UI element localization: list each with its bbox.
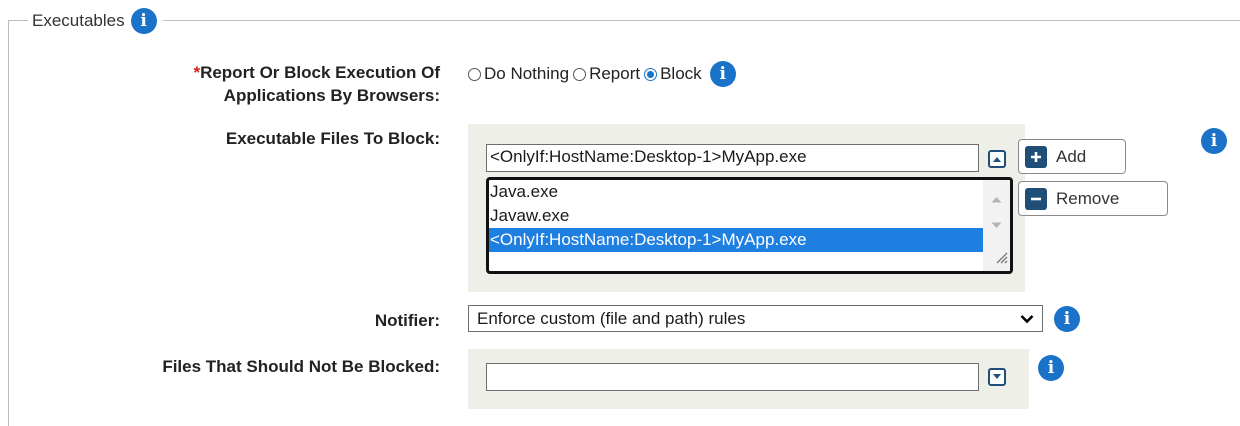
remove-button-label: Remove (1056, 188, 1120, 208)
info-icon[interactable]: i (1038, 355, 1064, 381)
remove-button[interactable]: Remove (1018, 181, 1168, 216)
info-icon[interactable]: i (709, 61, 736, 87)
info-icon[interactable]: i (1201, 128, 1227, 154)
section-legend: Executables i (28, 8, 163, 34)
files-to-block-input[interactable]: <OnlyIf:HostName:Desktop-1>MyApp.exe (486, 144, 979, 172)
not-blocked-input[interactable] (486, 363, 979, 391)
radio-report-label: Report (589, 64, 641, 83)
not-blocked-label: Files That Should Not Be Blocked: (162, 357, 440, 376)
plus-icon (1025, 145, 1047, 168)
notifier-label: Notifier: (374, 311, 440, 330)
fieldset-border-left (8, 20, 9, 426)
chevron-up-icon[interactable] (988, 150, 1006, 168)
scroll-up-arrow-icon[interactable] (991, 190, 1002, 208)
add-button-label: Add (1056, 146, 1087, 166)
list-item-selected[interactable]: <OnlyIf:HostName:Desktop-1>MyApp.exe (489, 228, 983, 252)
report-block-label-line2: Applications By Browsers: (223, 86, 440, 105)
list-item[interactable]: Javaw.exe (489, 204, 1010, 228)
chevron-down-icon[interactable] (988, 368, 1006, 386)
files-to-block-list[interactable]: Java.exe Javaw.exe <OnlyIf:HostName:Desk… (486, 177, 1013, 274)
notifier-select[interactable]: Enforce custom (file and path) rules (468, 305, 1043, 332)
radio-block[interactable]: Block (644, 64, 702, 84)
notifier-selected-value: Enforce custom (file and path) rules (477, 308, 746, 328)
add-button[interactable]: Add (1018, 139, 1126, 174)
chevron-down-icon (1020, 309, 1034, 329)
report-block-label-line1: Report Or Block Execution Of (200, 63, 440, 82)
radio-do-nothing-label: Do Nothing (484, 64, 570, 83)
radio-do-nothing[interactable]: Do Nothing (468, 64, 569, 84)
radio-report[interactable]: Report (573, 64, 640, 84)
list-scrollbar[interactable] (983, 180, 1010, 271)
radio-block-button[interactable] (644, 67, 658, 81)
fieldset-border-top (8, 20, 1240, 21)
resize-grip-icon[interactable] (994, 250, 1008, 269)
report-block-label: *Report Or Block Execution Of Applicatio… (100, 61, 440, 107)
files-to-block-label: Executable Files To Block: (225, 129, 440, 148)
info-icon[interactable]: i (1054, 306, 1080, 332)
info-icon[interactable]: i (130, 8, 157, 34)
list-item[interactable]: Java.exe (489, 180, 1010, 204)
radio-block-label: Block (660, 64, 702, 83)
radio-report-button[interactable] (573, 67, 587, 81)
radio-do-nothing-button[interactable] (468, 67, 481, 81)
report-block-radio-group: Do Nothing Report Block i (468, 61, 736, 87)
section-title: Executables (32, 11, 125, 30)
minus-icon (1025, 187, 1047, 210)
scroll-down-arrow-icon[interactable] (991, 216, 1002, 234)
